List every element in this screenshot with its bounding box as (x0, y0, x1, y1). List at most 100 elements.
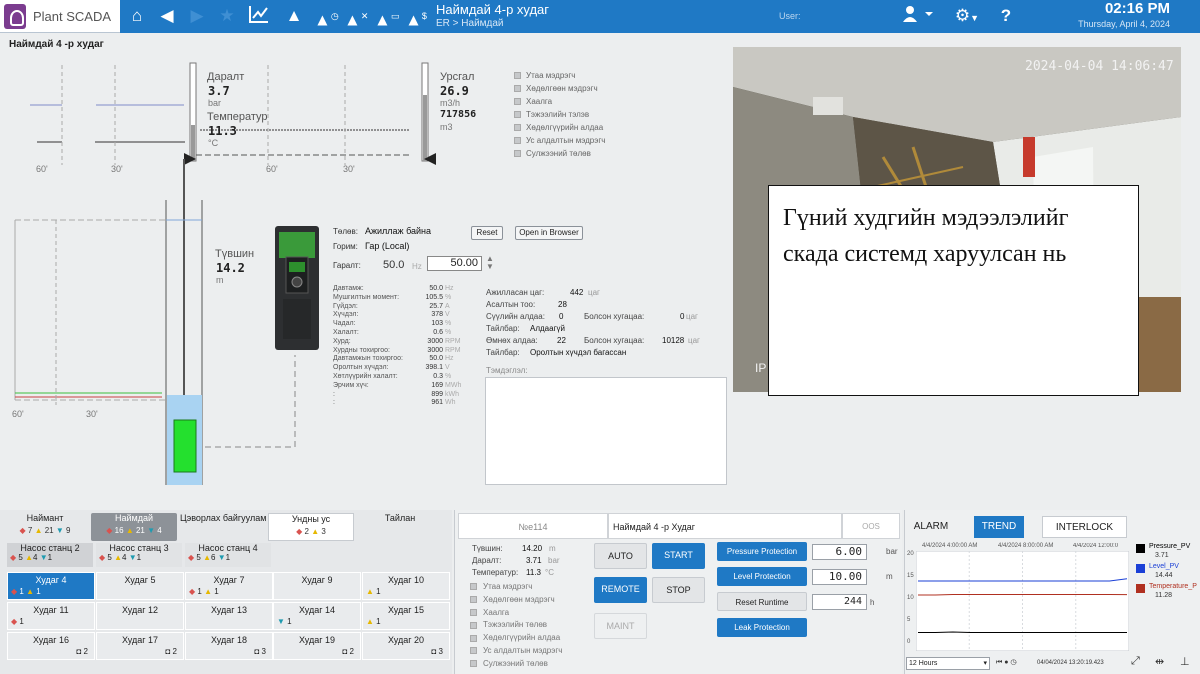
well-cell[interactable]: Худаг 16 ◘ 2 (7, 632, 95, 660)
alarm-screen-icon[interactable]: ▲▭ (374, 4, 399, 30)
status-item: Хаалга (514, 97, 552, 106)
trend-chart-icon[interactable] (247, 4, 271, 28)
pressure-protection-button[interactable]: Pressure Protection (717, 542, 807, 561)
alarm-yellow-icon: ▲ (34, 526, 43, 535)
oos-indicator[interactable]: OOS (842, 513, 900, 539)
well-cell[interactable]: Худаг 20 ◘ 3 (362, 632, 450, 660)
well-cell-label: Худаг 18 (210, 635, 248, 645)
vfd-param-value: 961 Wh (333, 399, 459, 406)
well-cell[interactable]: Худаг 9 (273, 572, 361, 600)
tab-drinking-water[interactable]: Ундны ус ◆ 2 ▲ 3 (268, 513, 354, 541)
count: 1 (376, 587, 381, 596)
well-cell[interactable]: Худаг 14 ▼ 1 (273, 602, 361, 630)
alarm-triangle-icon[interactable]: ▲ (284, 4, 304, 28)
well-cell[interactable]: Худаг 11 ◆ 1 (7, 602, 95, 630)
auto-button[interactable]: AUTO (594, 543, 647, 569)
wp-pressure-unit: bar (548, 556, 560, 565)
vfd-param-unit: Wh (445, 399, 456, 407)
legend-series-name: Pressure_PV (1149, 543, 1191, 550)
well-cell[interactable]: Худаг 18 ◘ 3 (185, 632, 273, 660)
user-label: User: (779, 11, 801, 21)
back-arrow-icon[interactable]: ◀ (157, 4, 177, 28)
pressure-setpoint-input[interactable]: 6.00 (812, 544, 867, 560)
level-setpoint-input[interactable]: 10.00 (812, 569, 867, 585)
tab-alarm[interactable]: ALARM (906, 516, 956, 538)
wp-pressure-label: Даралт: (472, 556, 502, 565)
wp-pressure-value: 3.71 (526, 556, 542, 565)
well-cell[interactable]: Худаг 4 ◆ 1 ▲ 1 (7, 572, 95, 600)
tab-naimdai[interactable]: Наймдай ◆ 16 ▲ 21 ▼ 4 (91, 513, 177, 541)
well-cell-counts: ◘ 2 (8, 647, 94, 657)
home-icon[interactable]: ⌂ (127, 4, 147, 28)
forward-arrow-icon[interactable]: ▶ (187, 4, 207, 28)
trend-range-select[interactable]: 12 Hours ▾ (906, 657, 990, 670)
tab-interlock[interactable]: INTERLOCK (1042, 516, 1127, 538)
leak-protection-button[interactable]: Leak Protection (717, 618, 807, 637)
vfd-setpoint-input[interactable]: 50.00 (427, 256, 482, 271)
level-protection-button[interactable]: Level Protection (717, 567, 807, 586)
play-controls-icon[interactable]: ⏮ ● ◷ (996, 658, 1017, 667)
legend-series-name: Temperature_P (1149, 583, 1197, 590)
trend-pan-icon[interactable]: ⇹ (1155, 655, 1164, 668)
help-icon[interactable]: ? (996, 4, 1016, 28)
status-checkbox-label: Хөдөлгүүрийн алдаа (483, 633, 561, 643)
well-cell[interactable]: Худаг 10 ▲ 1 (362, 572, 450, 600)
alarm-summary-icon[interactable]: ▲$ (404, 4, 428, 30)
well-cell[interactable]: Худаг 13 (185, 602, 273, 630)
group-pump-station-4[interactable]: Насос станц 4 ◆ 5 ▲6 ▼1 (185, 543, 271, 567)
checkbox-icon (470, 621, 477, 629)
count: 1 (214, 587, 219, 596)
comm-status-icon: ◘ (431, 647, 439, 656)
well-cell[interactable]: Худаг 17 ◘ 2 (96, 632, 184, 660)
status-indicator-icon (514, 111, 521, 119)
alarm-history-icon[interactable]: ▲◷ (314, 4, 339, 30)
well-cell[interactable]: Худаг 15 ▲ 1 (362, 602, 450, 630)
settings-gear-icon[interactable]: ⚙▼ (948, 4, 986, 28)
status-checkbox-label: Сулжээний төлөв (483, 658, 548, 668)
remote-button[interactable]: REMOTE (594, 577, 647, 603)
status-checkbox-label: Хаалга (483, 607, 510, 617)
user-menu-icon[interactable] (900, 4, 936, 28)
screen-title: Наймдай 4-р худаг (436, 2, 550, 17)
tab-report[interactable]: Тайлан (357, 513, 443, 541)
y-tick: 20 (907, 551, 914, 557)
well-cell[interactable]: Худаг 7 ◆ 1 ▲ 1 (185, 572, 273, 600)
vfd-output-unit: Hz (412, 262, 422, 271)
favorite-star-icon[interactable]: ★ (217, 4, 237, 28)
group-pump-station-3[interactable]: Насос станц 3 ◆ 5 ▲4 ▼1 (96, 543, 182, 567)
well-cell[interactable]: Худаг 5 (96, 572, 184, 600)
scada-screen: Plant SCADA ⌂ ◀ ▶ ★ ▲ ▲◷ ▲✕ ▲▭ ▲$ Наймда… (0, 0, 1200, 674)
notes-textarea[interactable] (485, 377, 727, 485)
vfd-param-value: 169 MWh (333, 382, 461, 389)
vfd-drive-icon[interactable] (273, 224, 323, 352)
tab-trend[interactable]: TREND (974, 516, 1024, 538)
reset-runtime-button[interactable]: Reset Runtime (717, 592, 807, 611)
vfd-param-value: 25.7 A (333, 303, 459, 310)
trend-chart[interactable] (916, 551, 1129, 651)
temperature-label: Температур (207, 111, 268, 123)
tab-treatment-plant[interactable]: Цэворлах байгууламж (180, 513, 266, 541)
app-logo[interactable]: Plant SCADA (0, 0, 120, 33)
spin-arrows-icon[interactable]: ▲ ▼ (486, 255, 494, 271)
trend-zoom-icon[interactable]: ⤢ (1131, 655, 1140, 668)
level-label: Түвшин (215, 248, 255, 260)
maint-button[interactable]: MAINT (594, 613, 647, 639)
group-pump-station-2[interactable]: Насос станц 2 ◆ 5 ▲4 ▼1 (7, 543, 93, 567)
legend-swatch (1136, 584, 1145, 593)
tab-naimant[interactable]: Наймант ◆ 7 ▲ 21 ▼ 9 (2, 513, 88, 541)
alarm-clear-icon[interactable]: ▲✕ (344, 4, 368, 30)
runtime-setpoint-input[interactable]: 244 (812, 594, 867, 610)
well-cell[interactable]: Худаг 19 ◘ 2 (273, 632, 361, 660)
start-button[interactable]: START (652, 543, 705, 569)
tick-30-a: 30' (111, 164, 123, 174)
status-item: Ус алдалтын мэдрэгч (514, 136, 605, 145)
reset-button[interactable]: Reset (471, 226, 503, 240)
open-in-browser-button[interactable]: Open in Browser (515, 226, 583, 240)
breadcrumb[interactable]: ER > Наймдай (436, 18, 504, 29)
vfd-param-value: 103% (333, 320, 459, 327)
status-item: Сулжээний төлөв (514, 149, 591, 158)
runtime-value: 442 (570, 288, 584, 297)
well-cell[interactable]: Худаг 12 (96, 602, 184, 630)
stop-button[interactable]: STOP (652, 577, 705, 603)
trend-cursor-icon[interactable]: ⊥ (1180, 655, 1190, 668)
